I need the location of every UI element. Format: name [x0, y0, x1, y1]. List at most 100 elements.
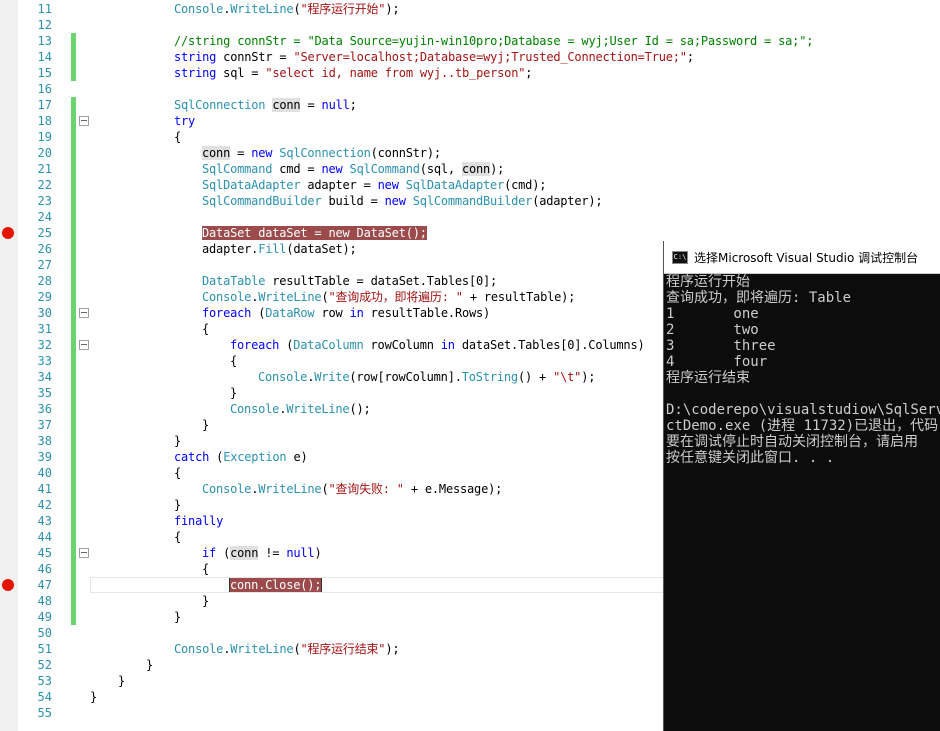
line-number: 33 [37, 354, 52, 368]
collapse-icon[interactable] [79, 308, 89, 318]
code-token: DataTable [202, 274, 266, 288]
code-token: sql = [216, 66, 266, 80]
code-line[interactable]: 14 string connStr = "Server=localhost;Dat… [0, 49, 940, 65]
code-line[interactable]: 17 SqlConnection conn = null; [0, 97, 940, 113]
change-indicator [71, 305, 76, 321]
code-text: foreach (DataRow row in resultTable.Rows… [202, 305, 490, 321]
code-text: DataTable resultTable = dataSet.Tables[0… [202, 273, 497, 289]
code-token: (adapter); [532, 194, 603, 208]
code-token: DataRow [265, 306, 315, 320]
code-token: ( [209, 450, 224, 464]
change-indicator [71, 321, 76, 337]
line-number: 21 [37, 162, 52, 176]
code-token: cmd = [272, 162, 322, 176]
code-token: } [202, 594, 210, 608]
code-line[interactable]: 23 SqlCommandBuilder build = new SqlComma… [0, 193, 940, 209]
code-token: rowColumn [363, 338, 441, 352]
code-token: "\t" [553, 370, 582, 384]
code-token: { [174, 466, 182, 480]
code-token: WriteLine [230, 642, 294, 656]
change-indicator [71, 49, 76, 65]
code-line[interactable]: 24 [0, 209, 940, 225]
code-line[interactable]: 20 conn = new SqlConnection(connStr); [0, 145, 940, 161]
line-number: 22 [37, 178, 52, 192]
change-indicator [71, 145, 76, 161]
code-token: != [258, 546, 287, 560]
change-indicator [71, 385, 76, 401]
line-number: 17 [37, 98, 52, 112]
code-token: ( [251, 306, 266, 320]
code-text: foreach (DataColumn rowColumn in dataSet… [230, 337, 645, 353]
code-text: { [174, 129, 181, 145]
change-indicator [71, 65, 76, 81]
console-line: D:\coderepo\visualstudiow\SqlServer [666, 402, 940, 418]
code-token: SqlDataAdapter [405, 178, 505, 192]
code-token: ); [385, 2, 400, 16]
line-number: 29 [37, 290, 52, 304]
code-line[interactable]: 13 //string connStr = "Data Source=yujin-… [0, 33, 940, 49]
code-token: adapter. [202, 242, 259, 256]
breakpoint-icon[interactable] [2, 227, 14, 239]
code-token: dataSet.Tables[0].Columns) [454, 338, 645, 352]
code-token: try [174, 114, 196, 128]
code-text: string sql = "select id, name from wyj..… [174, 65, 532, 81]
change-indicator [71, 593, 76, 609]
line-number: 32 [37, 338, 52, 352]
console-line: 1 one [666, 306, 759, 322]
code-token: SqlConnection [174, 98, 266, 112]
change-indicator [71, 257, 76, 273]
code-text: } [230, 385, 237, 401]
code-text: { [202, 321, 209, 337]
change-indicator [71, 337, 76, 353]
code-token: null [321, 98, 350, 112]
line-number: 37 [37, 418, 52, 432]
code-text: SqlConnection conn = null; [174, 97, 357, 113]
console-app-icon: C:\ [672, 251, 688, 264]
code-token: in [440, 338, 455, 352]
console-title: 选择Microsoft Visual Studio 调试控制台 [694, 251, 919, 265]
line-number: 26 [37, 242, 52, 256]
code-line[interactable]: 19 { [0, 129, 940, 145]
console-title-bar[interactable]: C:\ 选择Microsoft Visual Studio 调试控制台 [664, 241, 940, 274]
code-line[interactable]: 15 string sql = "select id, name from wyj… [0, 65, 940, 81]
code-token: "查询失败: " [328, 482, 404, 496]
code-line[interactable]: 16 [0, 81, 940, 97]
line-number: 34 [37, 370, 52, 384]
line-number: 15 [37, 66, 52, 80]
change-indicator [71, 369, 76, 385]
code-token: in [349, 306, 364, 320]
code-token: (row[rowColumn]. [349, 370, 462, 384]
code-token: = [300, 98, 322, 112]
line-number: 36 [37, 402, 52, 416]
code-token: DataColumn [293, 338, 364, 352]
change-indicator [71, 465, 76, 481]
code-line[interactable]: 12 [0, 17, 940, 33]
code-token: { [174, 130, 182, 144]
line-number: 30 [37, 306, 52, 320]
collapse-icon[interactable] [79, 548, 89, 558]
debug-console-window[interactable]: C:\ 选择Microsoft Visual Studio 调试控制台 程序运行… [663, 241, 940, 731]
collapse-icon[interactable] [79, 116, 89, 126]
code-text: } [202, 417, 209, 433]
code-line[interactable]: 11 Console.WriteLine("程序运行开始"); [0, 1, 940, 17]
change-indicator [71, 433, 76, 449]
code-text: { [230, 353, 237, 369]
collapse-icon[interactable] [79, 340, 89, 350]
code-line[interactable]: 22 SqlDataAdapter adapter = new SqlDataAd… [0, 177, 940, 193]
code-text: SqlCommandBuilder build = new SqlCommand… [202, 193, 603, 209]
code-line[interactable]: 18 try [0, 113, 940, 129]
console-output[interactable]: 程序运行开始 查询成功，即将遍历: Table 1 one 2 two 3 three 4… [664, 274, 940, 731]
code-token: ) [314, 546, 322, 560]
code-token: connStr = [216, 50, 294, 64]
code-token: new [384, 194, 406, 208]
code-line[interactable]: 21 SqlCommand cmd = new SqlCommand(sql, c… [0, 161, 940, 177]
breakpoint-icon[interactable] [2, 579, 14, 591]
code-token: Exception [223, 450, 287, 464]
code-token: SqlCommand [349, 162, 420, 176]
code-line[interactable]: 25 DataSet dataSet = new DataSet(); [0, 225, 940, 241]
code-text: } [146, 657, 153, 673]
change-indicator [71, 177, 76, 193]
code-token: ToString [461, 370, 518, 384]
code-token: "select id, name from wyj..tb_person" [265, 66, 526, 80]
